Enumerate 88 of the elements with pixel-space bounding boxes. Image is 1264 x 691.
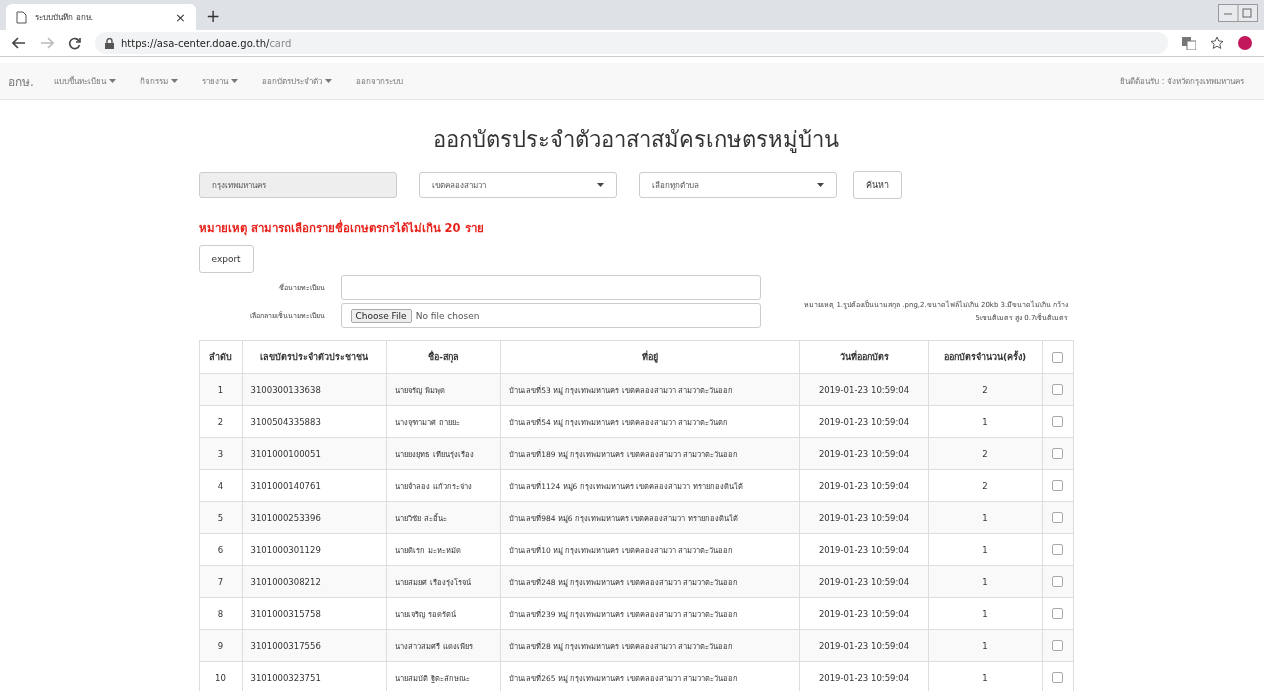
table-cell: 2019-01-23 10:59:04 (799, 469, 929, 502)
new-tab-button[interactable]: + (206, 6, 221, 26)
table-cell: 2019-01-23 10:59:04 (799, 565, 929, 598)
choose-file-button[interactable]: Choose File (350, 308, 412, 323)
table-cell: 2019-01-23 10:59:04 (799, 501, 929, 534)
table-cell: 2 (928, 437, 1042, 470)
table-cell: 10 (199, 661, 242, 691)
column-header: ออกบัตรจำนวน(ครั้ง) (928, 340, 1042, 374)
table-cell: 3101000308212 (242, 565, 387, 598)
column-header: ชื่อ-สกุล (386, 340, 501, 374)
table-cell: 2019-01-23 10:59:04 (799, 533, 929, 566)
table-cell: 8 (199, 597, 242, 630)
row-checkbox[interactable] (1052, 576, 1063, 587)
select-all-checkbox[interactable] (1052, 351, 1063, 363)
reload-icon[interactable] (68, 36, 81, 50)
table-cell: 2019-01-23 10:59:04 (799, 437, 929, 470)
search-button[interactable]: ค้นหา (852, 171, 902, 199)
table-cell: 1 (928, 533, 1042, 566)
table-cell: 3100504335883 (242, 405, 387, 438)
input-field[interactable] (340, 275, 761, 300)
back-icon[interactable] (12, 37, 26, 49)
star-icon[interactable] (1210, 36, 1224, 50)
table-cell: 9 (199, 629, 242, 662)
export-button[interactable]: export (198, 245, 254, 273)
translate-icon[interactable] (1182, 36, 1196, 50)
table-cell: 3101000317556 (242, 629, 387, 662)
row-checkbox[interactable] (1052, 544, 1063, 555)
table-cell: 7 (199, 565, 242, 598)
row-checkbox[interactable] (1052, 416, 1063, 427)
table-cell: 3101000140761 (242, 469, 387, 502)
table-cell: 3101000301129 (242, 533, 387, 566)
table-cell: 4 (199, 469, 242, 502)
table-cell: 2 (928, 469, 1042, 502)
caret-icon (596, 183, 604, 187)
column-header: เลขบัตรประจำตัวประชาชน (242, 340, 387, 374)
profile-avatar[interactable] (1238, 36, 1252, 50)
table-cell: 5 (199, 501, 242, 534)
row-checkbox[interactable] (1052, 480, 1063, 491)
column-header: ลำดับ (199, 340, 242, 374)
table-cell: 3101000253396 (242, 501, 387, 534)
welcome-text: ยินดีต้อนรับ : จังหวัดกรุงเทพมหานคร (1120, 75, 1244, 88)
address-bar[interactable]: https://asa-center.doae.go.th/card (95, 32, 1168, 54)
table-cell: 1 (199, 373, 242, 406)
window-controls[interactable] (1218, 4, 1258, 22)
table-cell: 2019-01-23 10:59:04 (799, 597, 929, 630)
row-checkbox[interactable] (1052, 384, 1063, 395)
nav-menu-item[interactable]: รายงาน (201, 74, 238, 88)
nav-menu-item[interactable]: ออกบัตรประจำตัว (261, 74, 332, 88)
table-cell: 2 (199, 405, 242, 438)
page-title: ออกบัตรประจำตัวอาสาสมัครเกษตรหมู่บ้าน (432, 126, 840, 155)
table-cell: 2019-01-23 10:59:04 (799, 405, 929, 438)
dropdown-field[interactable]: เลือกทุกตำบล (638, 172, 837, 198)
row-checkbox[interactable] (1052, 448, 1063, 459)
table-cell: 2019-01-23 10:59:04 (799, 373, 929, 406)
column-header: วันที่ออกบัตร (799, 340, 929, 374)
table-cell: 1 (928, 405, 1042, 438)
column-header: ที่อยู่ (500, 340, 800, 374)
nav-menu-item[interactable]: แบบขึ้นทะเบียน (53, 74, 116, 88)
table-cell: 1 (928, 565, 1042, 598)
nav-menu-item[interactable]: กิจกรรม (139, 74, 178, 88)
caret-icon (816, 183, 824, 187)
row-checkbox[interactable] (1052, 512, 1063, 523)
table-cell: 1 (928, 629, 1042, 662)
tab-title: ระบบบันทึก อกษ. (35, 11, 95, 24)
table-cell: 2019-01-23 10:59:04 (799, 629, 929, 662)
url-text: https://asa-center.doae.go.th/card (121, 37, 292, 49)
table-cell: 3101000100051 (242, 437, 387, 470)
page-icon (16, 10, 27, 24)
dropdown-field[interactable]: เขตคลองสามวา (418, 172, 617, 198)
warning-text: หมายเหตุ สามารถเลือกรายชื่อเกษตรกรได้ไม่เกิน 20 ราย (198, 219, 485, 237)
forward-icon[interactable] (40, 37, 54, 49)
file-status: No file chosen (415, 310, 480, 321)
tab-close-button[interactable]: × (175, 9, 186, 25)
lock-icon (105, 37, 114, 49)
table-cell: 1 (928, 597, 1042, 630)
row-checkbox[interactable] (1052, 672, 1063, 683)
table-cell: 2 (928, 373, 1042, 406)
table-cell: 1 (928, 501, 1042, 534)
row-checkbox[interactable] (1052, 640, 1063, 651)
table-cell: 3 (199, 437, 242, 470)
brand-link[interactable]: อกษ. (8, 71, 34, 91)
browser-tab[interactable]: ระบบบันทึก อกษ. × (6, 4, 196, 30)
nav-menu-item[interactable]: ออกจากระบบ (355, 74, 403, 88)
row-checkbox[interactable] (1052, 608, 1063, 619)
table-cell: 3100300133638 (242, 373, 387, 406)
table-cell: 3101000315758 (242, 597, 387, 630)
file-input[interactable]: Choose File No file chosen (340, 303, 761, 328)
table-cell: 6 (199, 533, 242, 566)
